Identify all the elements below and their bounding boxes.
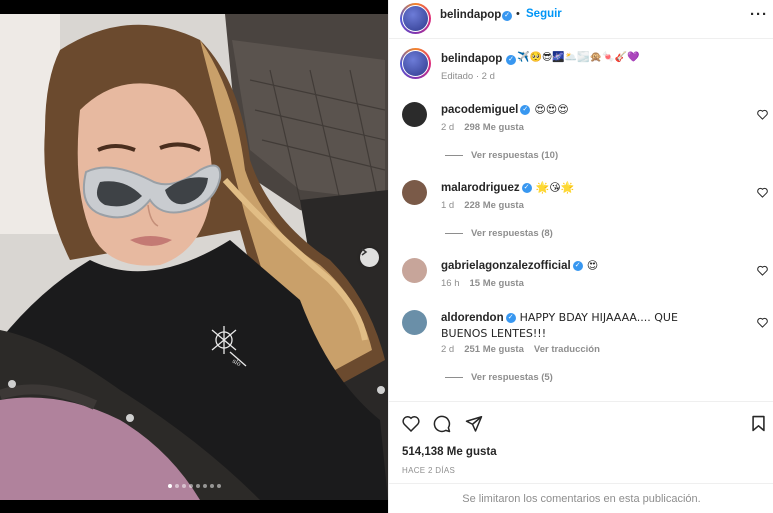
carousel-dot: [168, 484, 172, 488]
view-replies-label: Ver respuestas (5): [471, 372, 553, 383]
comment-icon[interactable]: [433, 415, 451, 433]
avatar-image: [403, 51, 428, 76]
avatar-image: [403, 6, 428, 31]
comment-time[interactable]: 2 d: [441, 344, 454, 355]
caption-avatar-ring[interactable]: [400, 48, 431, 79]
post-photo[interactable]: slo: [0, 0, 388, 513]
view-replies-label: Ver respuestas (8): [471, 228, 553, 239]
save-bookmark-icon[interactable]: [751, 415, 766, 432]
carousel-dot: [182, 484, 186, 488]
chevron-right-icon: [361, 248, 368, 256]
carousel-dot: [203, 484, 207, 488]
verified-badge-icon: ✓: [505, 312, 516, 323]
carousel-dot: [175, 484, 179, 488]
header-username[interactable]: belindapop: [440, 9, 501, 21]
header-avatar-ring[interactable]: [400, 3, 431, 34]
verified-badge-icon: ✓: [521, 182, 532, 193]
header-separator: •: [516, 8, 520, 20]
verified-badge-icon: ✓: [520, 104, 531, 115]
avatar[interactable]: [402, 258, 427, 283]
carousel-dot: [189, 484, 193, 488]
avatar[interactable]: [402, 310, 427, 335]
verified-badge-icon: ✓: [572, 260, 583, 271]
instagram-post-view: slo belindapop ✓ • Seguir ··· belindapop…: [0, 0, 773, 513]
comment-username[interactable]: pacodemiguel: [441, 104, 518, 116]
caption-edited: Editado · 2 d: [441, 71, 495, 82]
comment-like-heart-icon[interactable]: [757, 109, 768, 120]
comments-limited-notice: Se limitaron los comentarios en esta pub…: [389, 483, 773, 513]
verified-badge-icon: ✓: [502, 11, 512, 21]
replies-line: [445, 155, 463, 156]
like-heart-icon[interactable]: [402, 415, 420, 432]
caption-username[interactable]: belindapop: [441, 53, 502, 65]
caption-text: ✈️🥺😎🌌🌥️🌫️🙊🍬🎸💜: [517, 52, 640, 63]
comment-time[interactable]: 1 d: [441, 200, 454, 211]
carousel-indicator: [168, 484, 221, 488]
comment-likes[interactable]: 251 Me gusta: [464, 344, 524, 355]
comment-text: 🌟😘🌟: [535, 181, 575, 194]
comment-likes[interactable]: 228 Me gusta: [464, 200, 524, 211]
post-side-panel: belindapop ✓ • Seguir ··· belindapop ✓ ✈…: [388, 0, 773, 513]
avatar[interactable]: [402, 180, 427, 205]
comment-body: aldorendon ✓ HAPPY BDAY HIJAAAA.... QUE BU…: [441, 310, 721, 342]
comment-like-heart-icon[interactable]: [757, 317, 768, 328]
comment-body: malarodriguez ✓ 🌟😘🌟: [441, 180, 721, 196]
replies-line: [445, 233, 463, 234]
post-header: belindapop ✓ • Seguir ···: [389, 0, 773, 39]
carousel-next-button[interactable]: [360, 248, 379, 267]
likes-count[interactable]: 514,138 Me gusta: [402, 446, 497, 458]
comment-username[interactable]: gabrielagonzalezofficial: [441, 260, 571, 272]
comment-meta: 1 d 228 Me gusta: [441, 200, 524, 211]
translate-link[interactable]: Ver traducción: [534, 344, 600, 355]
comment-body: gabrielagonzalezofficial ✓ 😍: [441, 258, 721, 274]
follow-button[interactable]: Seguir: [526, 8, 562, 20]
view-replies-label: Ver respuestas (10): [471, 150, 559, 161]
replies-line: [445, 377, 463, 378]
view-replies-button[interactable]: Ver respuestas (5): [445, 372, 553, 383]
post-timestamp[interactable]: HACE 2 DÍAS: [402, 466, 455, 475]
comment-like-heart-icon[interactable]: [757, 187, 768, 198]
comment-likes[interactable]: 15 Me gusta: [470, 278, 524, 289]
view-replies-button[interactable]: Ver respuestas (10): [445, 150, 558, 161]
carousel-dot: [217, 484, 221, 488]
comment-username[interactable]: aldorendon: [441, 312, 504, 324]
comment-username[interactable]: malarodriguez: [441, 182, 520, 194]
avatar: [402, 5, 429, 32]
avatar[interactable]: [402, 102, 427, 127]
comment-text: 😍😍😍: [534, 103, 569, 116]
carousel-dot: [210, 484, 214, 488]
comment-time[interactable]: 16 h: [441, 278, 460, 289]
comment-body: pacodemiguel ✓ 😍😍😍: [441, 102, 721, 118]
avatar: [402, 50, 429, 77]
more-horizontal-icon[interactable]: ···: [750, 6, 768, 23]
selfie-illustration: slo: [0, 0, 388, 513]
comment-meta: 2 d 298 Me gusta: [441, 122, 524, 133]
carousel-dot: [196, 484, 200, 488]
comment-time[interactable]: 2 d: [441, 122, 454, 133]
comment-likes[interactable]: 298 Me gusta: [464, 122, 524, 133]
comment-text: 😍: [586, 259, 599, 272]
comment-like-heart-icon[interactable]: [757, 265, 768, 276]
verified-badge-icon: ✓: [506, 55, 516, 65]
comment-meta: 2 d 251 Me gusta Ver traducción: [441, 344, 600, 355]
view-replies-button[interactable]: Ver respuestas (8): [445, 228, 553, 239]
share-icon[interactable]: [465, 415, 483, 432]
comment-meta: 16 h 15 Me gusta: [441, 278, 524, 289]
